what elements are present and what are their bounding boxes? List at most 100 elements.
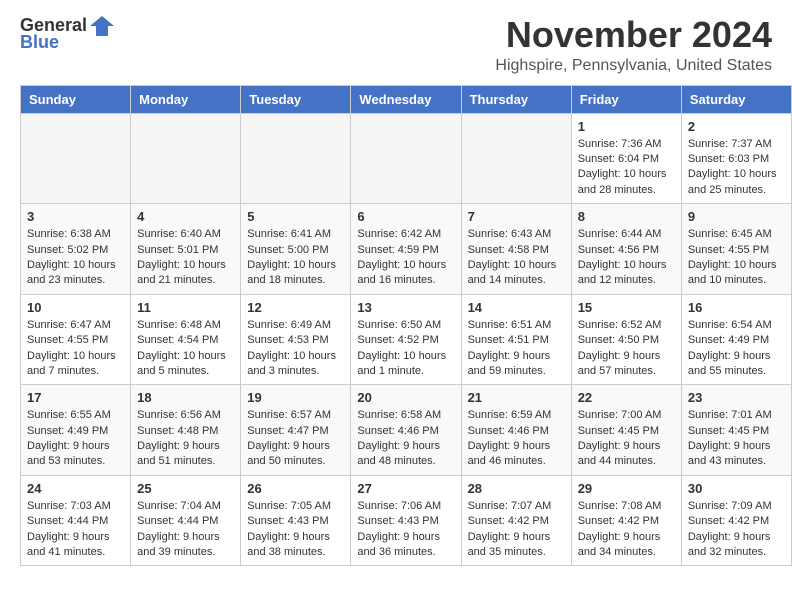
day-number: 29 (578, 481, 675, 496)
day-number: 24 (27, 481, 124, 496)
calendar-cell-w2-d1: 4 Sunrise: 6:40 AM Sunset: 5:01 PM Daylig… (131, 204, 241, 295)
calendar-cell-w2-d4: 7 Sunrise: 6:43 AM Sunset: 4:58 PM Daylig… (461, 204, 571, 295)
day-info: Sunrise: 6:45 AM Sunset: 4:55 PM Dayligh… (688, 227, 785, 289)
day-info: Sunrise: 6:50 AM Sunset: 4:52 PM Dayligh… (357, 318, 454, 380)
day-info: Sunrise: 6:57 AM Sunset: 4:47 PM Dayligh… (247, 408, 344, 470)
calendar-cell-w3-d4: 14 Sunrise: 6:51 AM Sunset: 4:51 PM Dayli… (461, 294, 571, 385)
day-info: Sunrise: 7:07 AM Sunset: 4:42 PM Dayligh… (468, 499, 565, 561)
day-number: 6 (357, 209, 454, 224)
calendar-cell-w3-d1: 11 Sunrise: 6:48 AM Sunset: 4:54 PM Dayli… (131, 294, 241, 385)
header-row: Sunday Monday Tuesday Wednesday Thursday… (21, 85, 792, 113)
calendar-cell-w4-d5: 22Sunrise: 7:00 AM Sunset: 4:45 PM Dayli… (571, 385, 681, 476)
col-tuesday: Tuesday (241, 85, 351, 113)
day-number: 11 (137, 300, 234, 315)
logo: General Blue (20, 15, 114, 53)
col-wednesday: Wednesday (351, 85, 461, 113)
day-info: Sunrise: 6:42 AM Sunset: 4:59 PM Dayligh… (357, 227, 454, 289)
day-info: Sunrise: 6:52 AM Sunset: 4:50 PM Dayligh… (578, 318, 675, 380)
day-number: 1 (578, 119, 675, 134)
calendar-cell-w1-d0 (21, 113, 131, 204)
day-number: 4 (137, 209, 234, 224)
calendar-cell-w5-d1: 25Sunrise: 7:04 AM Sunset: 4:44 PM Dayli… (131, 475, 241, 566)
calendar-week-3: 10Sunrise: 6:47 AM Sunset: 4:55 PM Dayli… (21, 294, 792, 385)
calendar-week-1: 1 Sunrise: 7:36 AM Sunset: 6:04 PM Daylig… (21, 113, 792, 204)
day-number: 2 (688, 119, 785, 134)
day-number: 20 (357, 390, 454, 405)
calendar-week-4: 17 Sunrise: 6:55 AM Sunset: 4:49 PM Dayli… (21, 385, 792, 476)
day-info: Sunrise: 6:58 AM Sunset: 4:46 PM Dayligh… (357, 408, 454, 470)
calendar-cell-w3-d2: 12Sunrise: 6:49 AM Sunset: 4:53 PM Dayli… (241, 294, 351, 385)
calendar-cell-w2-d0: 3Sunrise: 6:38 AM Sunset: 5:02 PM Daylig… (21, 204, 131, 295)
day-number: 3 (27, 209, 124, 224)
day-info: Sunrise: 7:06 AM Sunset: 4:43 PM Dayligh… (357, 499, 454, 561)
day-number: 13 (357, 300, 454, 315)
day-info: Sunrise: 6:55 AM Sunset: 4:49 PM Dayligh… (27, 408, 124, 470)
calendar-cell-w2-d5: 8Sunrise: 6:44 AM Sunset: 4:56 PM Daylig… (571, 204, 681, 295)
page-header: General Blue November 2024 Highspire, Pe… (0, 0, 792, 85)
day-info: Sunrise: 6:59 AM Sunset: 4:46 PM Dayligh… (468, 408, 565, 470)
calendar-header: Sunday Monday Tuesday Wednesday Thursday… (21, 85, 792, 113)
logo-icon (90, 16, 114, 36)
month-title: November 2024 (495, 15, 772, 55)
day-number: 16 (688, 300, 785, 315)
calendar-cell-w1-d3 (351, 113, 461, 204)
col-sunday: Sunday (21, 85, 131, 113)
day-number: 17 (27, 390, 124, 405)
day-info: Sunrise: 7:36 AM Sunset: 6:04 PM Dayligh… (578, 137, 675, 199)
calendar-cell-w5-d6: 30Sunrise: 7:09 AM Sunset: 4:42 PM Dayli… (681, 475, 791, 566)
calendar-cell-w4-d2: 19Sunrise: 6:57 AM Sunset: 4:47 PM Dayli… (241, 385, 351, 476)
calendar-cell-w3-d5: 15 Sunrise: 6:52 AM Sunset: 4:50 PM Dayli… (571, 294, 681, 385)
day-number: 28 (468, 481, 565, 496)
calendar-cell-w4-d0: 17 Sunrise: 6:55 AM Sunset: 4:49 PM Dayli… (21, 385, 131, 476)
day-number: 14 (468, 300, 565, 315)
day-number: 25 (137, 481, 234, 496)
day-info: Sunrise: 6:51 AM Sunset: 4:51 PM Dayligh… (468, 318, 565, 380)
day-number: 21 (468, 390, 565, 405)
day-info: Sunrise: 6:48 AM Sunset: 4:54 PM Dayligh… (137, 318, 234, 380)
calendar-cell-w1-d4 (461, 113, 571, 204)
day-info: Sunrise: 6:43 AM Sunset: 4:58 PM Dayligh… (468, 227, 565, 289)
col-saturday: Saturday (681, 85, 791, 113)
day-number: 27 (357, 481, 454, 496)
day-info: Sunrise: 7:01 AM Sunset: 4:45 PM Dayligh… (688, 408, 785, 470)
day-number: 9 (688, 209, 785, 224)
calendar-cell-w2-d2: 5 Sunrise: 6:41 AM Sunset: 5:00 PM Daylig… (241, 204, 351, 295)
calendar-week-5: 24 Sunrise: 7:03 AM Sunset: 4:44 PM Dayli… (21, 475, 792, 566)
day-number: 18 (137, 390, 234, 405)
day-info: Sunrise: 6:40 AM Sunset: 5:01 PM Dayligh… (137, 227, 234, 289)
col-monday: Monday (131, 85, 241, 113)
calendar-table: Sunday Monday Tuesday Wednesday Thursday… (20, 85, 792, 567)
calendar-cell-w5-d2: 26Sunrise: 7:05 AM Sunset: 4:43 PM Dayli… (241, 475, 351, 566)
calendar-cell-w5-d4: 28 Sunrise: 7:07 AM Sunset: 4:42 PM Dayli… (461, 475, 571, 566)
day-info: Sunrise: 7:08 AM Sunset: 4:42 PM Dayligh… (578, 499, 675, 561)
day-info: Sunrise: 7:05 AM Sunset: 4:43 PM Dayligh… (247, 499, 344, 561)
calendar-cell-w5-d3: 27 Sunrise: 7:06 AM Sunset: 4:43 PM Dayli… (351, 475, 461, 566)
day-info: Sunrise: 6:49 AM Sunset: 4:53 PM Dayligh… (247, 318, 344, 380)
day-number: 15 (578, 300, 675, 315)
day-info: Sunrise: 6:56 AM Sunset: 4:48 PM Dayligh… (137, 408, 234, 470)
day-info: Sunrise: 6:41 AM Sunset: 5:00 PM Dayligh… (247, 227, 344, 289)
day-number: 5 (247, 209, 344, 224)
calendar-cell-w3-d3: 13 Sunrise: 6:50 AM Sunset: 4:52 PM Dayli… (351, 294, 461, 385)
col-friday: Friday (571, 85, 681, 113)
calendar-cell-w1-d1 (131, 113, 241, 204)
calendar-cell-w3-d0: 10Sunrise: 6:47 AM Sunset: 4:55 PM Dayli… (21, 294, 131, 385)
day-info: Sunrise: 7:03 AM Sunset: 4:44 PM Dayligh… (27, 499, 124, 561)
title-section: November 2024 Highspire, Pennsylvania, U… (495, 15, 772, 75)
calendar-cell-w4-d6: 23Sunrise: 7:01 AM Sunset: 4:45 PM Dayli… (681, 385, 791, 476)
calendar-body: 1 Sunrise: 7:36 AM Sunset: 6:04 PM Daylig… (21, 113, 792, 566)
calendar-cell-w3-d6: 16 Sunrise: 6:54 AM Sunset: 4:49 PM Dayli… (681, 294, 791, 385)
day-info: Sunrise: 6:44 AM Sunset: 4:56 PM Dayligh… (578, 227, 675, 289)
calendar-cell-w1-d2 (241, 113, 351, 204)
calendar-cell-w2-d6: 9 Sunrise: 6:45 AM Sunset: 4:55 PM Daylig… (681, 204, 791, 295)
day-info: Sunrise: 6:54 AM Sunset: 4:49 PM Dayligh… (688, 318, 785, 380)
day-number: 10 (27, 300, 124, 315)
logo-blue: Blue (20, 32, 59, 53)
calendar-cell-w4-d1: 18 Sunrise: 6:56 AM Sunset: 4:48 PM Dayli… (131, 385, 241, 476)
calendar-cell-w1-d5: 1 Sunrise: 7:36 AM Sunset: 6:04 PM Daylig… (571, 113, 681, 204)
day-info: Sunrise: 7:37 AM Sunset: 6:03 PM Dayligh… (688, 137, 785, 199)
day-number: 7 (468, 209, 565, 224)
calendar-cell-w2-d3: 6 Sunrise: 6:42 AM Sunset: 4:59 PM Daylig… (351, 204, 461, 295)
col-thursday: Thursday (461, 85, 571, 113)
calendar-cell-w4-d3: 20 Sunrise: 6:58 AM Sunset: 4:46 PM Dayli… (351, 385, 461, 476)
